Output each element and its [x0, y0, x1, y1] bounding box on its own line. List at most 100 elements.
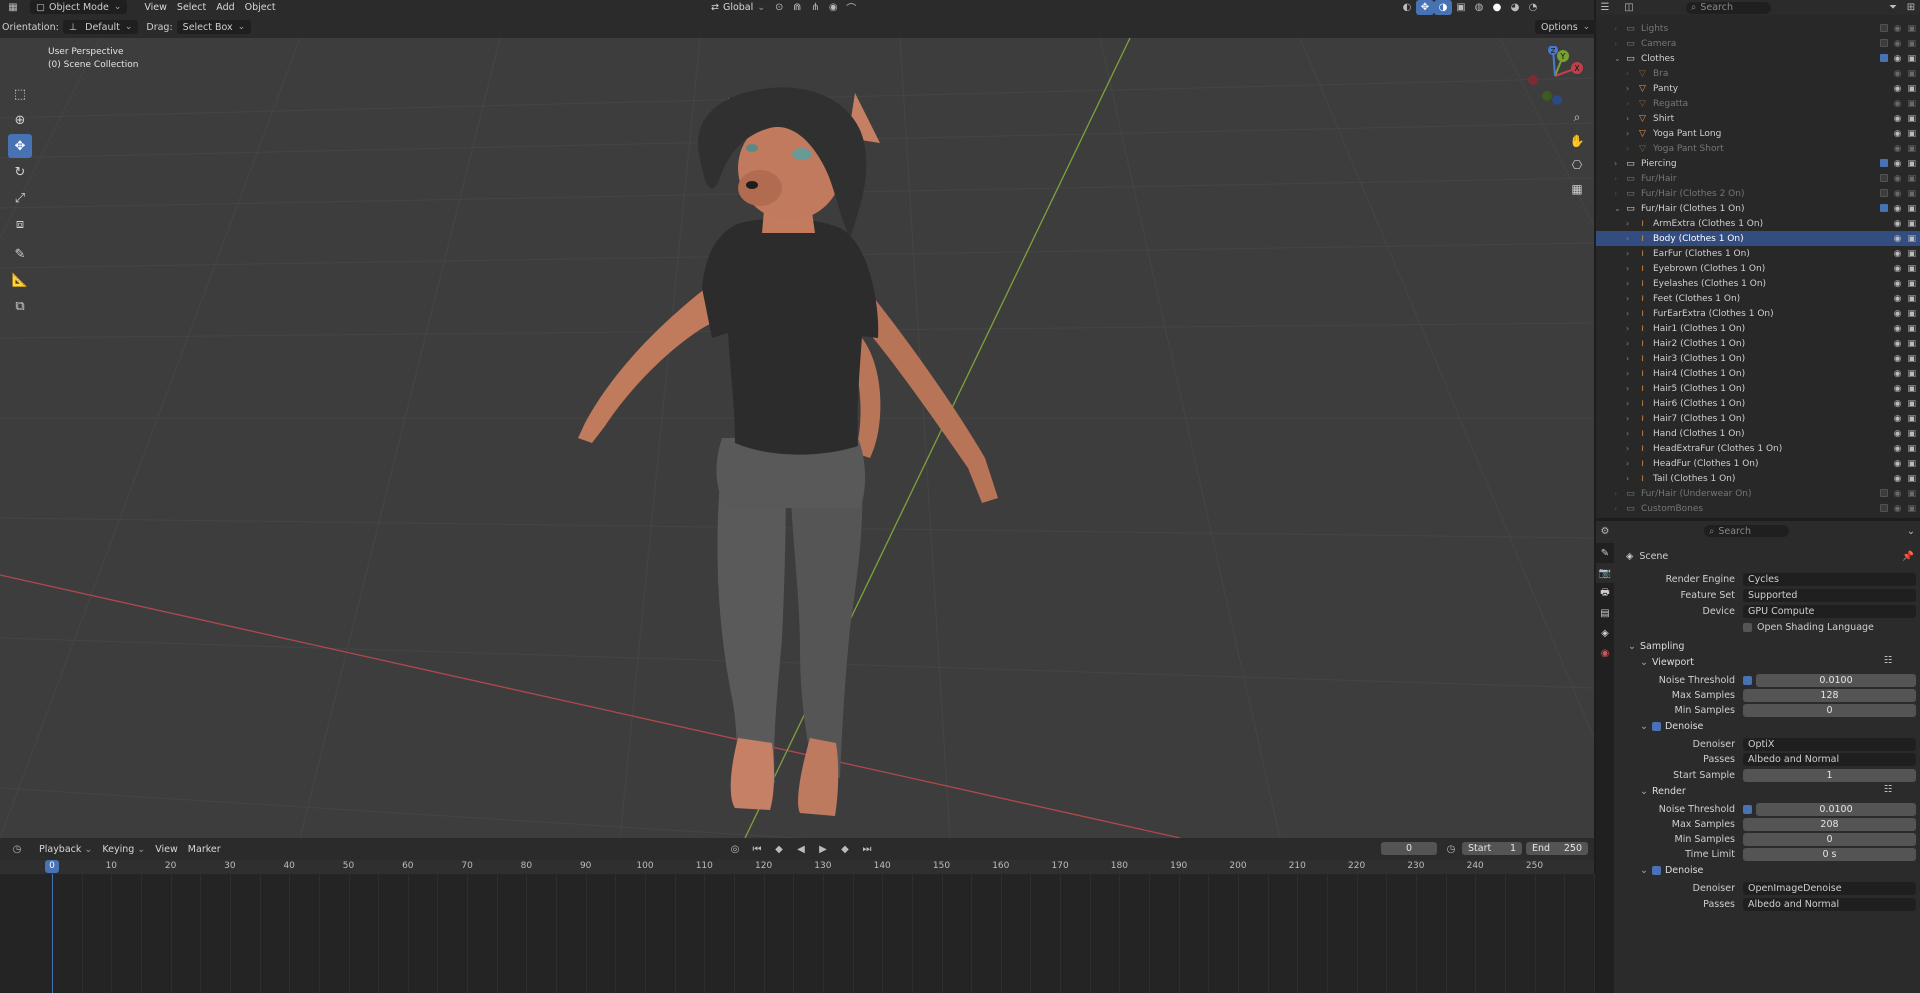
camera-render-icon[interactable]: ▣ — [1907, 204, 1916, 214]
exclude-checkbox[interactable] — [1879, 53, 1888, 62]
chevron-right-icon[interactable]: › — [1626, 369, 1636, 378]
render-subpanel-header[interactable]: ⌄ Render — [1640, 784, 1686, 798]
chevron-right-icon[interactable]: › — [1626, 399, 1636, 408]
chevron-right-icon[interactable]: › — [1626, 69, 1636, 78]
camera-render-icon[interactable]: ▣ — [1907, 39, 1916, 49]
3d-viewport[interactable]: User Perspective (0) Scene Collection ⬚ … — [0, 38, 1594, 838]
r-denoise-subpanel-header[interactable]: ⌄ Denoise — [1640, 863, 1703, 877]
exclude-checkbox[interactable] — [1879, 158, 1888, 167]
perspective-toggle-icon[interactable]: ▦ — [1566, 178, 1588, 200]
eye-icon[interactable]: ◉ — [1894, 114, 1902, 124]
outliner-row[interactable]: › ▭ Lights ◉ ▣ — [1596, 21, 1920, 36]
timeline-ruler[interactable]: 0 10 20 30 40 50 60 70 80 90 100 110 120 130 140 150 16… — [0, 860, 1594, 874]
vp-min-samples-field[interactable]: 0 — [1743, 703, 1916, 717]
eye-icon[interactable]: ◉ — [1894, 339, 1902, 349]
menu-playback[interactable]: Playback ⌄ — [34, 842, 97, 857]
eye-icon[interactable]: ◉ — [1894, 309, 1902, 319]
measure-tool-icon[interactable]: 📐 — [8, 268, 32, 292]
exclude-checkbox[interactable] — [1879, 173, 1888, 182]
cursor-tool-icon[interactable]: ⊕ — [8, 108, 32, 132]
vp-denoise-checkbox[interactable] — [1651, 721, 1661, 731]
chevron-down-icon[interactable]: ⌄ — [1614, 54, 1624, 63]
vp-noise-threshold-checkbox[interactable] — [1743, 675, 1752, 685]
eye-icon[interactable]: ◉ — [1894, 294, 1902, 304]
jump-start-icon[interactable]: ⏮ — [748, 842, 766, 857]
outliner-row[interactable]: › ≀ HeadExtraFur (Clothes 1 On) ◉ ▣ — [1596, 441, 1920, 456]
camera-render-icon[interactable]: ▣ — [1907, 444, 1916, 454]
eye-icon[interactable]: ◉ — [1894, 54, 1902, 64]
orientation-dropdown[interactable]: ⊥ Default — [62, 20, 139, 34]
camera-render-icon[interactable]: ▣ — [1907, 354, 1916, 364]
menu-timeline-view[interactable]: View — [150, 842, 183, 857]
eye-icon[interactable]: ◉ — [1894, 84, 1902, 94]
filter-icon[interactable]: ⏷ — [1884, 0, 1902, 15]
r-noise-threshold-checkbox[interactable] — [1743, 804, 1752, 814]
eye-icon[interactable]: ◉ — [1894, 474, 1902, 484]
device-dropdown[interactable]: GPU Compute — [1743, 604, 1916, 618]
outliner-search[interactable]: ⌕ Search — [1686, 1, 1771, 14]
scale-tool-icon[interactable]: ⤢ — [8, 186, 32, 210]
navigation-gizmo[interactable]: X Y Z — [1525, 46, 1585, 106]
eye-icon[interactable]: ◉ — [1894, 144, 1902, 154]
timeline-editor-type-icon[interactable]: ◷ — [8, 842, 26, 857]
snap-icon[interactable]: ⋒ — [788, 0, 806, 15]
next-keyframe-icon[interactable]: ◆ — [836, 842, 854, 857]
camera-render-icon[interactable]: ▣ — [1907, 114, 1916, 124]
camera-render-icon[interactable]: ▣ — [1907, 504, 1916, 514]
outliner-row[interactable]: › ≀ ArmExtra (Clothes 1 On) ◉ ▣ — [1596, 216, 1920, 231]
output-tab-icon[interactable]: 🖶 — [1596, 583, 1614, 603]
chevron-down-icon[interactable]: ⌄ — [1614, 204, 1624, 213]
view-layer-tab-icon[interactable]: ▤ — [1596, 603, 1614, 623]
outliner-row[interactable]: › ≀ Hair3 (Clothes 1 On) ◉ ▣ — [1596, 351, 1920, 366]
vp-denoise-subpanel-header[interactable]: ⌄ Denoise — [1640, 719, 1703, 733]
pan-hand-icon[interactable]: ✋ — [1566, 130, 1588, 152]
playhead[interactable]: 0 — [45, 860, 59, 873]
move-tool-icon[interactable]: ✥ — [8, 134, 32, 158]
chevron-right-icon[interactable]: › — [1626, 354, 1636, 363]
eye-icon[interactable]: ◉ — [1894, 264, 1902, 274]
camera-render-icon[interactable]: ▣ — [1907, 69, 1916, 79]
camera-render-icon[interactable]: ▣ — [1907, 219, 1916, 229]
camera-render-icon[interactable]: ▣ — [1907, 294, 1916, 304]
menu-select[interactable]: Select — [172, 0, 211, 15]
zoom-icon[interactable]: ⌕ — [1566, 106, 1588, 128]
outliner-row[interactable]: › ≀ Hair5 (Clothes 1 On) ◉ ▣ — [1596, 381, 1920, 396]
eye-icon[interactable]: ◉ — [1894, 204, 1902, 214]
viewport-subpanel-header[interactable]: ⌄ Viewport — [1640, 655, 1694, 669]
xray-icon[interactable]: ▣ — [1452, 0, 1470, 15]
annotate-tool-icon[interactable]: ✎ — [8, 242, 32, 266]
exclude-checkbox[interactable] — [1879, 488, 1888, 497]
chevron-right-icon[interactable]: › — [1626, 114, 1636, 123]
prev-keyframe-icon[interactable]: ◆ — [770, 842, 788, 857]
properties-search[interactable]: ⌕ Search — [1704, 525, 1789, 537]
outliner-row[interactable]: ⌄ ▭ Fur/Hair (Clothes 1 On) ◉ ▣ — [1596, 201, 1920, 216]
camera-render-icon[interactable]: ▣ — [1907, 234, 1916, 244]
wireframe-shading-icon[interactable]: ◍ — [1470, 0, 1488, 15]
outliner-row[interactable]: › ≀ HeadFur (Clothes 1 On) ◉ ▣ — [1596, 456, 1920, 471]
eye-icon[interactable]: ◉ — [1894, 459, 1902, 469]
outliner-row[interactable]: › ≀ Hair4 (Clothes 1 On) ◉ ▣ — [1596, 366, 1920, 381]
eye-icon[interactable]: ◉ — [1894, 354, 1902, 364]
eye-icon[interactable]: ◉ — [1894, 174, 1902, 184]
solid-shading-icon[interactable]: ● — [1488, 0, 1506, 15]
character-model[interactable] — [0, 38, 1594, 838]
chevron-right-icon[interactable]: › — [1626, 429, 1636, 438]
eye-icon[interactable]: ◉ — [1894, 234, 1902, 244]
camera-render-icon[interactable]: ▣ — [1907, 429, 1916, 439]
new-collection-icon[interactable]: ⊞ — [1902, 0, 1920, 15]
eye-icon[interactable]: ◉ — [1894, 249, 1902, 259]
pivot-icon[interactable]: ⊙ — [770, 0, 788, 15]
select-box-tool-icon[interactable]: ⬚ — [8, 82, 32, 106]
exclude-checkbox[interactable] — [1879, 503, 1888, 512]
gizmo-toggle-icon[interactable]: ✥ — [1416, 0, 1434, 15]
start-frame-field[interactable]: Start 1 — [1462, 842, 1522, 855]
camera-render-icon[interactable]: ▣ — [1907, 189, 1916, 199]
chevron-right-icon[interactable]: › — [1626, 444, 1636, 453]
vp-noise-threshold-field[interactable]: 0.0100 — [1756, 673, 1916, 687]
chevron-right-icon[interactable]: › — [1614, 189, 1624, 198]
preset-icon[interactable]: ☷ — [1884, 655, 1893, 666]
outliner-row[interactable]: › ≀ Eyelashes (Clothes 1 On) ◉ ▣ — [1596, 276, 1920, 291]
camera-render-icon[interactable]: ▣ — [1907, 369, 1916, 379]
chevron-right-icon[interactable]: › — [1614, 504, 1624, 513]
play-icon[interactable]: ▶ — [814, 842, 832, 857]
